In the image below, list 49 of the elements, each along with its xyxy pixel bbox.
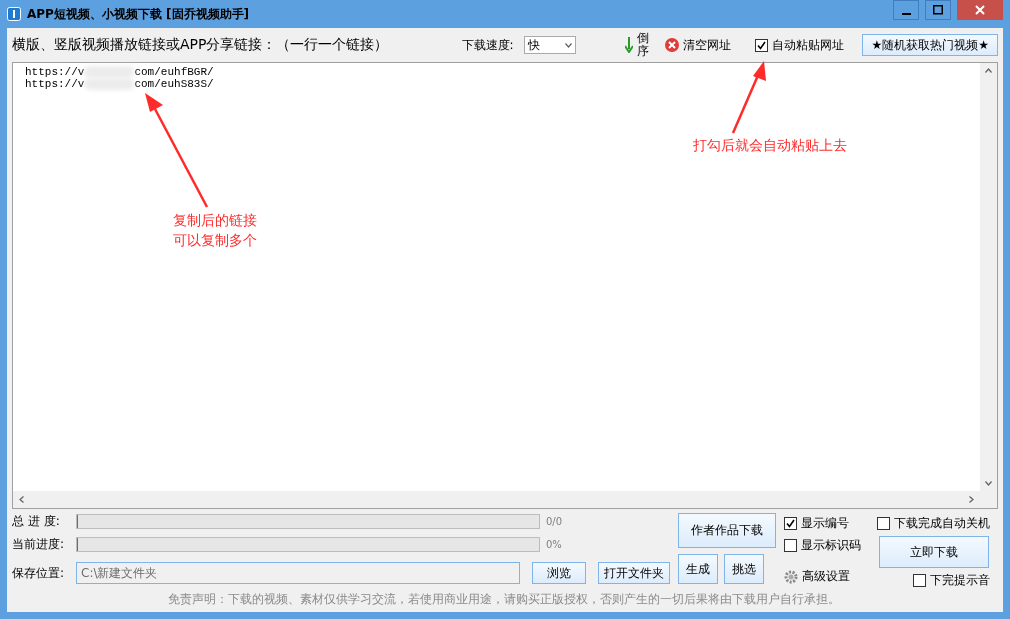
settings-button[interactable]: 高级设置: [784, 568, 861, 585]
gear-icon: [784, 569, 798, 584]
download-button[interactable]: 立即下载: [878, 536, 989, 568]
scroll-down-icon: [985, 481, 992, 486]
window-title: APP短视频、小视频下载 [固乔视频助手]: [27, 5, 251, 23]
link-textarea[interactable]: https://v com/euhfBGR/ https://v com/euhS83S/ 复制后的链接 可以复制多个 打勾后就会自动粘贴上去: [12, 62, 998, 509]
checkbox[interactable]: 显示编号: [784, 515, 861, 532]
close-icon: [975, 5, 985, 15]
progress-reading: 0/0: [546, 516, 563, 527]
check-mark-icon: [786, 519, 795, 528]
open-folder-button[interactable]: 打开文件夹: [598, 562, 670, 584]
reverse-button[interactable]: 倒序: [625, 32, 650, 59]
author-download-button[interactable]: 作者作品下载: [678, 513, 776, 548]
pick-button[interactable]: 挑选: [724, 554, 764, 584]
maximize-button[interactable]: [925, 0, 951, 20]
horizontal-scrollbar[interactable]: [13, 491, 980, 508]
checkbox[interactable]: 下载完成自动关机: [877, 515, 990, 532]
checkbox[interactable]: 自动粘贴网址: [755, 36, 845, 54]
progress-reading: 0%: [546, 539, 562, 550]
speed-label: 下载速度:: [461, 36, 514, 54]
app-icon: [7, 7, 21, 21]
minimize-icon: [901, 12, 911, 15]
scroll-left-icon: [19, 496, 24, 503]
annotation-text: 复制后的链接 可以复制多个: [173, 211, 257, 251]
random-video-button[interactable]: ★随机获取热门视频★: [862, 34, 998, 57]
maximize-icon: [933, 5, 943, 15]
prompt-label: 横版、竖版视频播放链接或APP分享链接：（一行一个链接）: [12, 36, 390, 55]
disclaimer-text: 免责声明：下载的视频、素材仅供学习交流，若使用商业用途，请购买正版授权，否则产生的一切后果将由下载用户自行承担。: [168, 591, 840, 608]
link-line: https://v com/euhfBGR/: [25, 66, 215, 79]
clear-icon: [665, 38, 680, 53]
minimize-button[interactable]: [893, 0, 919, 20]
annotation-text: 打勾后就会自动粘贴上去: [693, 136, 847, 156]
checkbox[interactable]: 下完提示音: [913, 572, 990, 589]
save-label: 保存位置:: [12, 564, 66, 582]
speed-select[interactable]: 快: [523, 36, 576, 55]
check-mark-icon: [757, 40, 767, 50]
down-arrow-icon: [625, 37, 634, 54]
progress-label: 总 进 度:: [12, 513, 61, 530]
generate-button[interactable]: 生成: [678, 554, 718, 584]
clear-button[interactable]: 清空网址: [665, 36, 732, 54]
progress-label: 当前进度:: [12, 536, 66, 553]
save-path-field[interactable]: C:\新建文件夹: [76, 562, 520, 584]
close-button[interactable]: [957, 0, 1003, 20]
scroll-right-icon: [969, 496, 974, 503]
link-line: https://v com/euhS83S/: [25, 78, 215, 91]
checkbox[interactable]: 显示标识码: [784, 537, 861, 554]
browse-button[interactable]: 浏览: [532, 562, 586, 584]
vertical-scrollbar[interactable]: [980, 63, 997, 491]
scroll-up-icon: [985, 68, 992, 74]
